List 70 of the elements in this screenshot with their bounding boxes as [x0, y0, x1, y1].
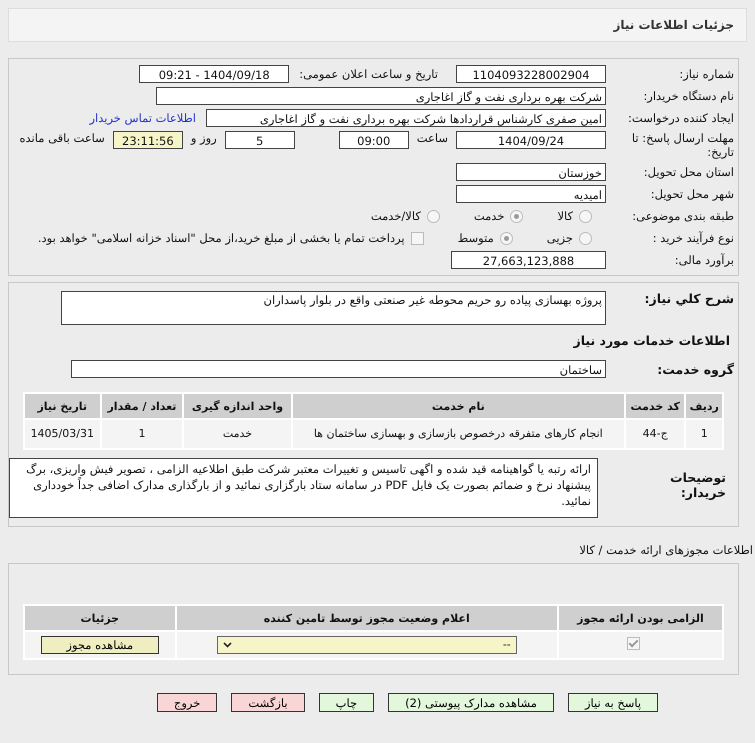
radio-button[interactable] [579, 232, 592, 244]
column-header: تاریخ نیاز [25, 394, 100, 418]
field-label: گروه خدمت: [656, 362, 734, 376]
radio-label: کالا/خدمت [370, 209, 421, 223]
field-label: برآورد مالی: [674, 253, 734, 267]
field-label: شماره نیاز: [678, 67, 734, 81]
service-group-field: ساختمان [71, 360, 606, 378]
field-label: نام دستگاه خریدار: [642, 89, 734, 103]
deadline-date-field: 1404/09/24 [456, 131, 606, 149]
status-dropdown[interactable]: -- [216, 636, 517, 654]
checkbox[interactable] [410, 232, 424, 244]
table-cell: انجام کارهای متفرقه درخصوص بازسازی و بهسازی ساختمان ها [292, 420, 624, 448]
radio-button[interactable] [500, 232, 513, 244]
action-button[interactable]: مشاهده مدارک پیوستی (2) [388, 693, 554, 712]
buyer-contact-link[interactable]: اطلاعات تماس خریدار [89, 111, 196, 125]
radio-button[interactable] [510, 210, 524, 222]
estimate-field: 27,663,123,888 [451, 251, 606, 269]
radio-label: جزیی [546, 231, 573, 245]
radio-button[interactable] [579, 210, 592, 222]
action-button[interactable]: خروج [156, 693, 218, 712]
action-button[interactable]: بازگشت [231, 693, 305, 712]
remaining-time-field: 23:11:56 [112, 131, 183, 149]
field-label: استان محل تحویل: [642, 165, 734, 179]
radio-label: متوسط [458, 231, 494, 245]
column-header: الزامی بودن ارائه مجوز [558, 606, 722, 630]
column-header: جزئیات [25, 606, 175, 630]
column-header: کد خدمت [626, 394, 684, 418]
table-cell: ج-44 [626, 420, 684, 448]
column-header: ردیف [686, 394, 722, 418]
field-label: ایجاد کننده درخواست: [627, 111, 734, 125]
field-label: ساعت باقی مانده [18, 131, 106, 145]
checkbox-label: پرداخت تمام یا بخشی از مبلغ خرید،از محل "اسناد خزانه اسلامی" خواهد بود. [38, 231, 405, 245]
field-label: شرح کلي نياز: [644, 291, 734, 306]
column-header: واحد اندازه گیری [184, 394, 291, 418]
field-label: نوع فرآیند خرید : [652, 231, 734, 245]
field-label: شهر محل تحویل: [650, 187, 734, 201]
days-field: 5 [224, 131, 295, 149]
radio-button[interactable] [426, 210, 440, 222]
radio-label: خدمت [474, 209, 504, 223]
section-heading: اطلاعات مجوزهای ارائه خدمت / کالا [578, 543, 754, 557]
column-header: تعداد / مقدار [102, 394, 182, 418]
checkbox[interactable] [626, 637, 640, 650]
announce-date-field: 1404/09/18 - 09:21 [139, 65, 290, 83]
view-license-button[interactable]: مشاهده مجوز [40, 636, 159, 654]
creator-field: امین صفری کارشناس قراردادها شرکت بهره برداری نفت و گاز اغاجاری [206, 109, 606, 127]
field-label: روز و [189, 131, 218, 145]
radio-label: کالا [557, 209, 573, 223]
field-label: تاریخ و ساعت اعلان عمومی: [299, 67, 438, 81]
caret-icon [222, 642, 232, 648]
deadline-time-field: 09:00 [338, 131, 409, 149]
column-header: نام خدمت [292, 394, 624, 418]
table-cell: خدمت [184, 420, 291, 448]
province-field: خوزستان [456, 163, 606, 181]
field-label: توضیحات خریدار: [669, 469, 727, 500]
buyer-notes-field: ارائه رتبه یا گواهینامه قید شده و اگهی تاسیس و تغییرات معتبر شرکت طبق اطلاعیه الزامی ، تصویر فیش واریزی، برگ پیشنهاد نرخ و ضمائم بصورت یک فایل PDF در سامانه ستاد بارگزاری نمائید و از بارگذاری مدارک اضافی جداً خودداری نمائید. [9, 458, 598, 518]
table-cell: 1405/03/31 [25, 420, 100, 448]
field-label: مهلت ارسال پاسخ: تا تاریخ: [630, 131, 734, 159]
section-heading: اطلاعات خدمات مورد نیاز [572, 332, 731, 350]
description-field: پروژه بهسازی پیاده رو حریم محوطه غیر صنعتی واقع در بلوار پاسداران [61, 291, 606, 325]
action-button[interactable]: پاسخ به نیاز [568, 693, 658, 712]
need-number-field: 1104093228002904 [456, 65, 606, 83]
buyer-field: شرکت بهره برداری نفت و گاز اغاجاری [156, 87, 606, 105]
action-button[interactable]: چاپ [318, 693, 374, 712]
city-field: امیدیه [456, 185, 606, 203]
field-label: طبقه بندی موضوعی: [631, 209, 734, 223]
column-header: اعلام وضعیت مجوز توسط تامین کننده [176, 606, 557, 630]
table-cell: 1 [102, 420, 182, 448]
table-cell: 1 [686, 420, 722, 448]
field-label: ساعت [416, 131, 449, 145]
page-title: جزئیات اطلاعات نیاز [613, 18, 734, 32]
